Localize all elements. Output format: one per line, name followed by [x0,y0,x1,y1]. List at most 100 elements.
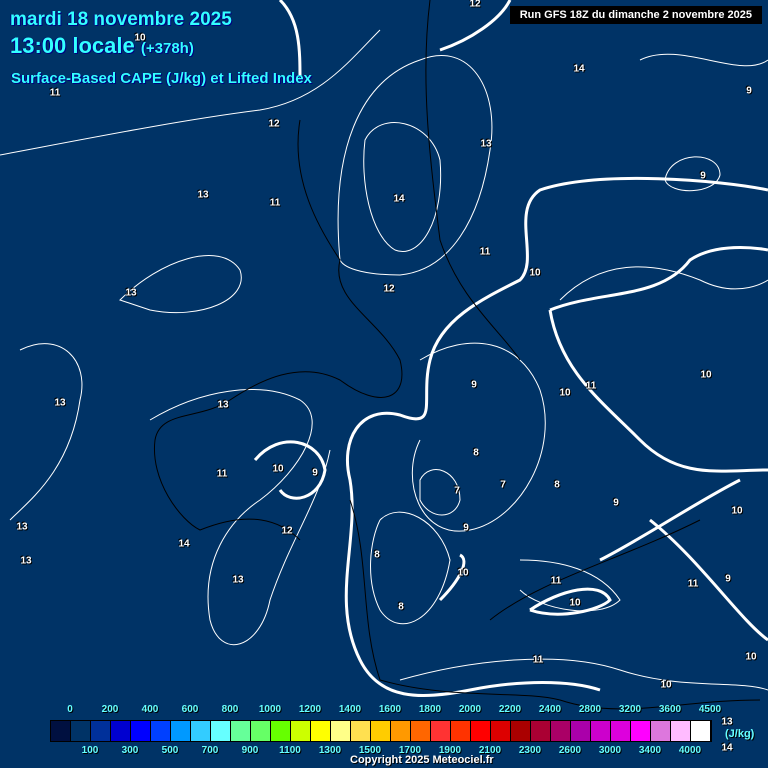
contour-label: 11 [532,654,544,666]
legend-swatch [531,721,551,741]
legend-swatch [611,721,631,741]
legend-swatch [411,721,431,741]
legend-swatch [391,721,411,741]
contour-label: 12 [383,283,395,295]
coastlines [153,0,761,710]
contour-label: 10 [700,369,712,381]
legend-top-label: 1800 [418,704,442,715]
legend-swatch [371,721,391,741]
model-run-banner: Run GFS 18Z du dimanche 2 novembre 2025 [509,6,762,24]
contour-label: 12 [469,0,481,10]
legend-swatch [211,721,231,741]
contour-label: 13 [232,574,244,586]
contour-label: 9 [312,467,318,479]
legend-bottom-label: 300 [121,745,139,756]
legend-top-label: 3600 [658,704,682,715]
contour-label: 13 [197,189,209,201]
contour-label: 10 [134,32,146,44]
contour-label: 11 [585,380,597,392]
contour-label: 10 [660,679,672,691]
legend-swatch [251,721,271,741]
legend-swatch [111,721,131,741]
legend-bottom-label: 1300 [318,745,342,756]
contour-label: 11 [550,575,562,587]
legend-swatch [71,721,91,741]
copyright: Copyright 2025 Meteociel.fr [350,754,494,766]
contour-label: 10 [457,567,469,579]
forecast-date: mardi 18 novembre 2025 [10,9,232,30]
legend-swatch [591,721,611,741]
contour-label: 8 [554,479,560,491]
contour-label: 13 [54,397,66,409]
contour-label: 11 [479,246,491,258]
legend-bottom-label: 4000 [678,745,702,756]
contour-label: 9 [725,573,731,585]
legend-top-label: 4500 [698,704,722,715]
contour-label: 14 [721,742,733,754]
contour-label: 12 [268,118,280,130]
contour-label: 10 [559,387,571,399]
legend-bottom-label: 2300 [518,745,542,756]
legend-bottom-label: 500 [161,745,179,756]
legend-top-label: 3200 [618,704,642,715]
map-canvas [0,0,768,710]
contour-label: 13 [217,399,229,411]
legend-swatch [91,721,111,741]
contour-label: 13 [480,138,492,150]
contour-label: 11 [49,87,61,99]
legend-swatch [291,721,311,741]
legend-swatch [171,721,191,741]
local-time: 13:00 locale [10,33,135,58]
legend-top-label: 1400 [338,704,362,715]
legend-top-label: 200 [101,704,119,715]
contour-label: 11 [216,468,228,480]
contour-label: 11 [269,197,281,209]
contour-label: 9 [746,85,752,97]
contour-label: 10 [272,463,284,475]
legend-top-label: 0 [67,704,73,715]
legend-swatch [451,721,471,741]
contour-label: 9 [463,522,469,534]
contour-label: 9 [613,497,619,509]
contour-label: 10 [745,651,757,663]
lifted-index-zero-line [253,0,768,698]
contour-label: 11 [687,578,699,590]
legend-top-label: 1000 [258,704,282,715]
contour-label: 9 [700,170,706,182]
legend-top-label: 2400 [538,704,562,715]
legend-swatch [571,721,591,741]
legend-swatch [351,721,371,741]
legend-top-label: 2200 [498,704,522,715]
contour-label: 10 [731,505,743,517]
legend-top-label: 1600 [378,704,402,715]
legend-bottom-label: 3000 [598,745,622,756]
legend-swatch [331,721,351,741]
legend-bottom-label: 1100 [279,745,301,756]
contour-label: 9 [471,379,477,391]
contour-label: 8 [374,549,380,561]
legend-top-label: 800 [221,704,239,715]
legend-swatch [671,721,691,741]
product-title: Surface-Based CAPE (J/kg) et Lifted Inde… [11,70,312,87]
legend-swatch [151,721,171,741]
forecast-offset: (+378h) [140,40,194,57]
legend-swatch [431,721,451,741]
legend-swatch [651,721,671,741]
legend-top-label: 2000 [458,704,482,715]
contour-label: 10 [569,597,581,609]
legend-bottom-label: 900 [241,745,259,756]
contour-label: 13 [20,555,32,567]
legend-swatch [231,721,251,741]
contour-label: 8 [473,447,479,459]
contour-label: 13 [16,521,28,533]
legend-swatch [691,721,711,741]
legend-swatch [131,721,151,741]
cape-isolines [0,29,768,691]
legend-bottom-label: 3400 [638,745,662,756]
legend-swatch [631,721,651,741]
cape-color-scale [50,720,712,742]
legend-top-label: 600 [181,704,199,715]
contour-label: 13 [125,287,137,299]
contour-label: 13 [721,716,733,728]
forecast-time: 13:00 locale (+378h) [10,33,194,59]
